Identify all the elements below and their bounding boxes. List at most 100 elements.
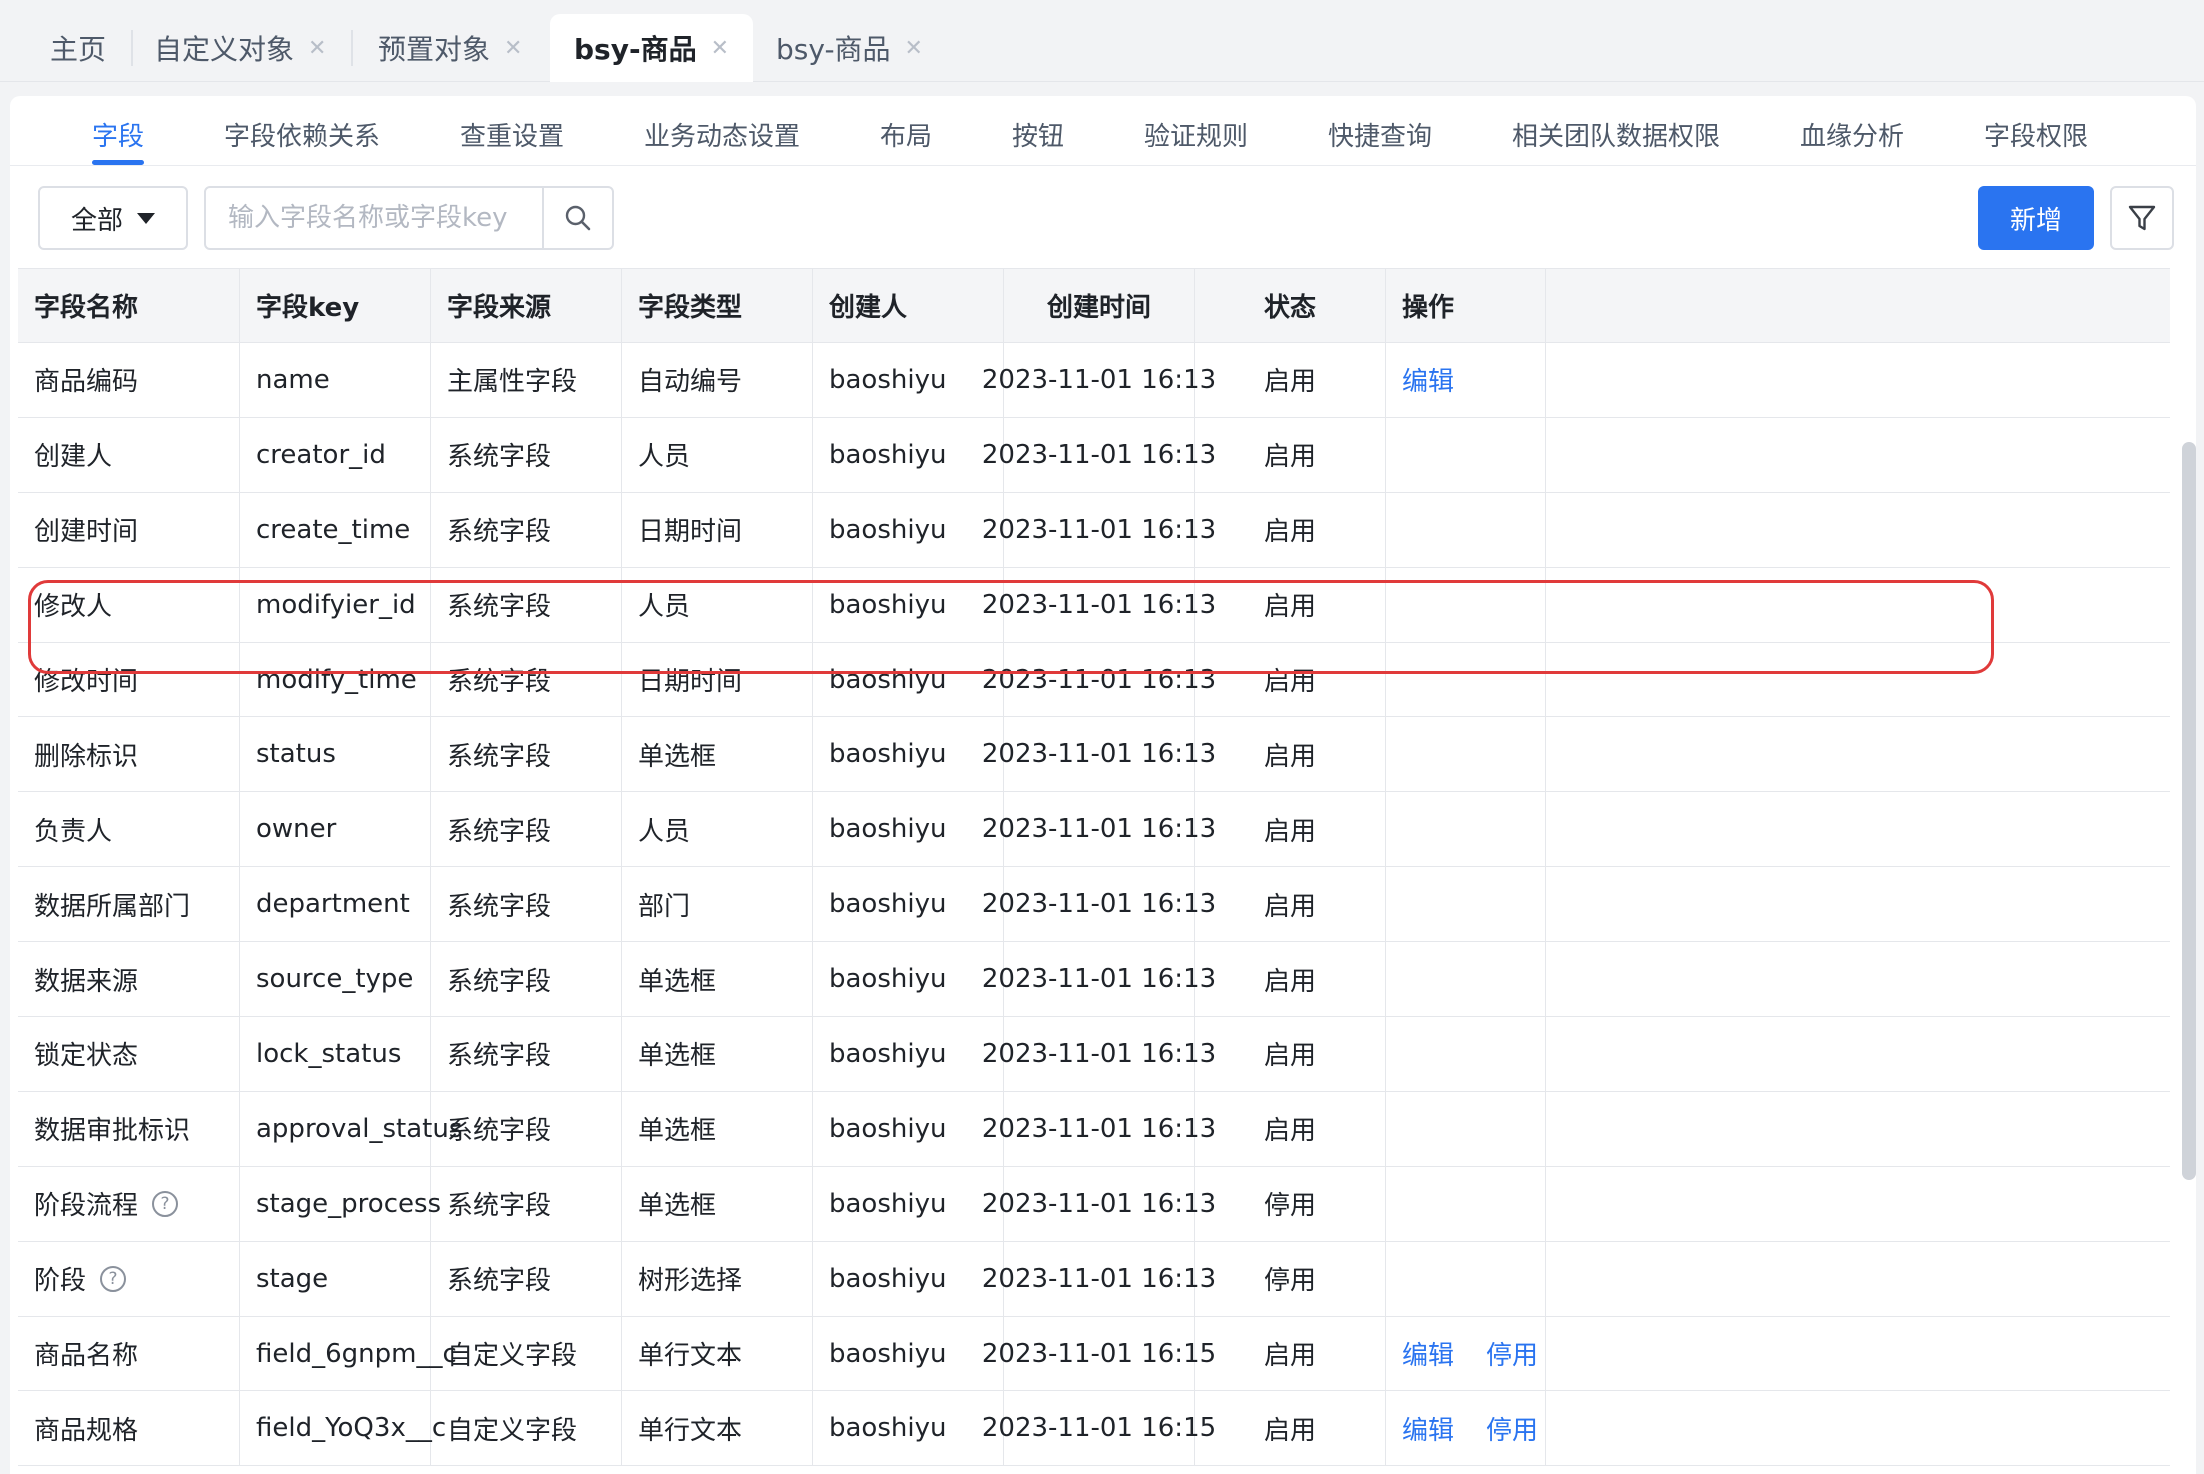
table-row[interactable]: 商品规格 field_YoQ3x__c 自定义字段 单行文本 baoshiyu 2023-… <box>18 1391 2170 1467</box>
search-button[interactable] <box>542 188 612 248</box>
cell-creator: baoshiyu <box>813 1091 1004 1166</box>
table-body: 商品编码 name 主属性字段 自动编号 baoshiyu 2023-11-01 16:1… <box>18 343 2170 1467</box>
cell-field-name-text: 数据所属部门 <box>34 891 191 922</box>
tab-home[interactable]: 主页 <box>50 14 106 82</box>
cell-field-name-text: 修改时间 <box>34 667 139 697</box>
cell-field-source: 系统字段 <box>431 792 622 867</box>
cell-field-name-text: 数据审批标识 <box>34 1116 191 1147</box>
close-icon[interactable]: ✕ <box>308 36 326 61</box>
table-row[interactable]: 创建人 creator_id 系统字段 人员 baoshiyu 2023-11-01 16… <box>18 417 2170 493</box>
help-icon[interactable]: ? <box>152 1190 179 1217</box>
edit-link[interactable]: 编辑 <box>1402 1335 1454 1372</box>
subtab-duplicate-check[interactable]: 查重设置 <box>460 116 564 153</box>
cell-field-key: field_6gnpm__c <box>240 1316 457 1391</box>
cell-field-source-text: 系统字段 <box>447 1191 552 1222</box>
filter-button[interactable] <box>2110 186 2174 250</box>
cell-creator: baoshiyu <box>813 492 1004 567</box>
cell-field-name: 锁定状态 <box>18 1017 240 1091</box>
cell-field-source-text: 系统字段 <box>447 442 552 473</box>
disable-link[interactable]: 停用 <box>1486 1410 1538 1447</box>
cell-field-source-text: 系统字段 <box>447 667 552 697</box>
subtab-field-permissions[interactable]: 字段权限 <box>1984 116 2088 153</box>
cell-field-name: 创建时间 <box>18 492 240 567</box>
table-row[interactable]: 数据来源 source_type 系统字段 单选框 baoshiyu 2023-11-01… <box>18 942 2170 1018</box>
table-row[interactable]: 阶段流程? stage_process 系统字段 单选框 baoshiyu 2023-11… <box>18 1166 2170 1242</box>
close-icon[interactable]: ✕ <box>711 36 729 61</box>
table-row[interactable]: 锁定状态 lock_status 系统字段 单选框 baoshiyu 2023-11-01… <box>18 1017 2170 1092</box>
subtab-business-activity[interactable]: 业务动态设置 <box>644 116 800 153</box>
table-header: 字段名称 字段key 字段来源 字段类型 创建人 创建时间 状态 操作 <box>18 268 2170 343</box>
cell-field-type: 树形选择 <box>622 1241 813 1316</box>
cell-field-key: source_type <box>240 942 431 1017</box>
tab-bsy-product[interactable]: bsy-商品 ✕ <box>776 14 923 82</box>
subtab-quick-query[interactable]: 快捷查询 <box>1328 116 1432 153</box>
table-row[interactable]: 数据审批标识 approval_status 系统字段 单选框 baoshiyu 2023… <box>18 1091 2170 1167</box>
edit-link[interactable]: 编辑 <box>1402 1410 1454 1447</box>
close-icon[interactable]: ✕ <box>905 36 923 61</box>
cell-status-text: 启用 <box>1263 442 1316 473</box>
cell-status: 启用 <box>1195 492 1386 567</box>
edit-link[interactable]: 编辑 <box>1402 361 1454 398</box>
table-row[interactable]: 创建时间 create_time 系统字段 日期时间 baoshiyu 2023-11-0… <box>18 492 2170 568</box>
tab-custom-objects[interactable]: 自定义对象 ✕ <box>154 14 326 82</box>
cell-status-text: 启用 <box>1263 1041 1316 1072</box>
cell-field-name-text: 商品名称 <box>34 1341 139 1372</box>
table-row[interactable]: 负责人 owner 系统字段 人员 baoshiyu 2023-11-01 16:13 启用 <box>18 792 2170 868</box>
table-row[interactable]: 阶段? stage 系统字段 树形选择 baoshiyu 2023-11-01 16:13… <box>18 1241 2170 1317</box>
subtab-fields[interactable]: 字段 <box>92 116 144 153</box>
tab-label: bsy-商品 <box>776 33 891 66</box>
cell-creator-text: baoshiyu <box>829 814 947 845</box>
table-row[interactable]: 修改时间 modify_time 系统字段 日期时间 baoshiyu 2023-11-0… <box>18 642 2170 718</box>
cell-field-key-text: field_YoQ3x__c <box>256 1413 447 1444</box>
cell-status-text: 启用 <box>1263 367 1316 398</box>
close-icon[interactable]: ✕ <box>504 36 522 61</box>
cell-creator: baoshiyu <box>813 1166 1004 1241</box>
cell-creator-text: baoshiyu <box>829 739 947 770</box>
cell-creator-text: baoshiyu <box>829 889 947 920</box>
cell-field-name-text: 阶段 <box>34 1266 87 1297</box>
table-row[interactable]: 数据所属部门 department 系统字段 部门 baoshiyu 2023-11-01… <box>18 867 2170 943</box>
table-row[interactable]: 删除标识 status 系统字段 单选框 baoshiyu 2023-11-01 16:1… <box>18 717 2170 793</box>
cell-actions <box>1386 1017 1546 1091</box>
subtab-validation-rules[interactable]: 验证规则 <box>1144 116 1248 153</box>
cell-created-time-text: 2023-11-01 16:13 <box>981 664 1217 695</box>
help-icon[interactable]: ? <box>100 1265 127 1292</box>
cell-actions: 编辑 <box>1386 343 1546 417</box>
cell-created-time-text: 2023-11-01 16:13 <box>981 814 1217 845</box>
tab-bsy-product-active[interactable]: bsy-商品 ✕ <box>550 14 754 82</box>
cell-status: 启用 <box>1195 942 1386 1017</box>
cell-field-type-text: 人员 <box>638 442 691 473</box>
cell-status-text: 停用 <box>1263 1266 1316 1297</box>
cell-field-source: 主属性字段 <box>431 343 622 417</box>
cell-created-time: 2023-11-01 16:13 <box>982 1241 1216 1316</box>
cell-field-key: modifyier_id <box>240 567 431 642</box>
cell-field-type-text: 日期时间 <box>638 517 743 548</box>
cell-field-type-text: 日期时间 <box>638 667 743 697</box>
cell-field-name-text: 阶段流程 <box>34 1191 139 1222</box>
subtab-team-data-permissions[interactable]: 相关团队数据权限 <box>1512 116 1720 153</box>
cell-field-key: name <box>240 343 431 417</box>
disable-link[interactable]: 停用 <box>1486 1335 1538 1372</box>
subtab-buttons[interactable]: 按钮 <box>1012 116 1064 153</box>
subtab-layout[interactable]: 布局 <box>880 116 932 153</box>
table-row[interactable]: 商品编码 name 主属性字段 自动编号 baoshiyu 2023-11-01 16:1… <box>18 343 2170 418</box>
table-row[interactable]: 修改人 modifyier_id 系统字段 人员 baoshiyu 2023-11-01 … <box>18 567 2170 643</box>
subtab-lineage-analysis[interactable]: 血缘分析 <box>1800 116 1904 153</box>
cell-field-type-text: 自动编号 <box>638 367 743 398</box>
filter-select[interactable]: 全部 <box>38 186 188 250</box>
tab-preset-objects[interactable]: 预置对象 ✕ <box>378 14 522 82</box>
subtab-field-dependencies[interactable]: 字段依赖关系 <box>224 116 380 153</box>
column-header-actions: 操作 <box>1386 269 1546 342</box>
cell-creator: baoshiyu <box>813 343 1004 417</box>
cell-field-key: stage_process <box>240 1166 441 1241</box>
cell-created-time-text: 2023-11-01 16:15 <box>981 1338 1217 1369</box>
new-button[interactable]: 新增 <box>1978 186 2094 250</box>
cell-status: 启用 <box>1195 417 1386 492</box>
cell-field-type: 人员 <box>622 792 813 867</box>
table-row[interactable]: 商品名称 field_6gnpm__c 自定义字段 单行文本 baoshiyu 2023-… <box>18 1316 2170 1392</box>
cell-status: 启用 <box>1195 717 1386 792</box>
search-input[interactable] <box>206 188 542 248</box>
cell-creator: baoshiyu <box>813 717 1004 792</box>
cell-field-name: 商品名称 <box>18 1316 240 1391</box>
vertical-scrollbar[interactable] <box>2182 442 2196 1180</box>
